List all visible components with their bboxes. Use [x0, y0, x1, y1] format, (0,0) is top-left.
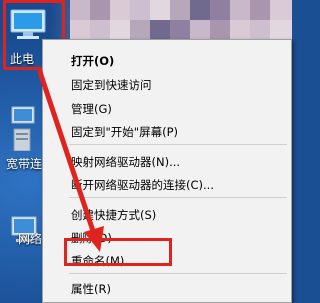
red-arrow-annotation: [37, 69, 104, 252]
